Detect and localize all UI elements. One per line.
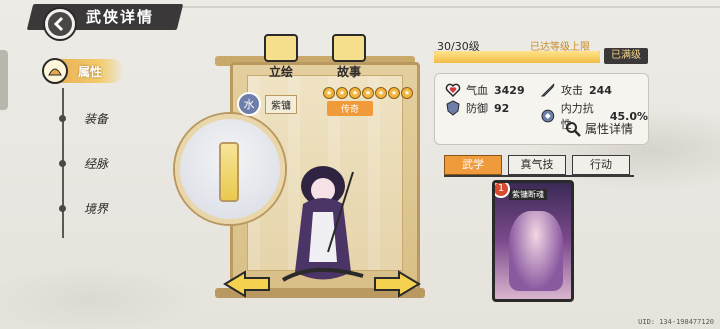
sword-icon bbox=[540, 83, 555, 97]
stat-attack-label: 攻击 bbox=[561, 84, 583, 97]
tab-martial-arts[interactable]: 武学 bbox=[444, 155, 502, 175]
star-icon: ★ bbox=[401, 87, 413, 99]
skill-card-art bbox=[509, 211, 563, 291]
stat-defense-value: 92 bbox=[494, 101, 510, 115]
attribute-detail-label: 属性详情 bbox=[585, 122, 634, 136]
skill-card-title: 紫镛断魂 bbox=[509, 189, 547, 200]
tab-action[interactable]: 行动 bbox=[572, 155, 630, 175]
resist-icon bbox=[541, 109, 555, 123]
level-progress-bar bbox=[434, 51, 600, 63]
level-progress-fill bbox=[434, 51, 600, 63]
scroll-icon bbox=[264, 34, 298, 62]
header: 武侠详情 bbox=[0, 0, 720, 39]
stat-defense-label: 防御 bbox=[466, 102, 488, 115]
stat-attack-value: 244 bbox=[589, 83, 612, 97]
standing-art-label: 立绘 bbox=[268, 65, 293, 79]
character-nameplate: 水 紫镛 bbox=[237, 92, 297, 116]
star-icon: ★ bbox=[336, 87, 348, 99]
back-button[interactable] bbox=[45, 9, 75, 39]
lantern-icon bbox=[219, 142, 239, 202]
stat-hp-value: 3429 bbox=[494, 83, 525, 97]
star-icon: ★ bbox=[388, 87, 400, 99]
nav-item-attributes-label: 属性 bbox=[78, 64, 103, 79]
star-rating: ★ ★ ★ ★ ★ ★ ★ bbox=[323, 87, 413, 99]
skill-tabs: 武学 真气技 行动 bbox=[444, 155, 630, 175]
nav-item-realm-label: 境界 bbox=[84, 202, 109, 216]
character-name: 紫镛 bbox=[265, 94, 297, 114]
tab-qi-skill[interactable]: 真气技 bbox=[508, 155, 566, 175]
nav-item-equipment[interactable]: 装备 bbox=[0, 110, 108, 127]
nav-item-equipment-label: 装备 bbox=[84, 112, 109, 126]
story-label: 故事 bbox=[336, 65, 361, 79]
attribute-detail-button[interactable]: 属性详情 bbox=[565, 120, 633, 137]
star-icon: ★ bbox=[349, 87, 361, 99]
standing-art-button[interactable]: 立绘 bbox=[257, 34, 305, 80]
shield-icon bbox=[446, 100, 460, 116]
page-title: 武侠详情 bbox=[86, 8, 155, 26]
skill-card[interactable]: 紫镛断魂 1 bbox=[492, 180, 574, 302]
magnifier-icon bbox=[566, 121, 581, 137]
element-badge: 水 bbox=[237, 92, 261, 116]
portrait-stage: 立绘 故事 水 紫镛 ★ ★ ★ ★ ★ ★ ★ 传奇 bbox=[175, 34, 445, 302]
side-drawer-tab[interactable] bbox=[0, 50, 8, 110]
skill-card-badge: 1 bbox=[495, 183, 510, 198]
stat-hp: 气血 3429 bbox=[445, 82, 525, 98]
star-icon: ★ bbox=[375, 87, 387, 99]
tab-underline bbox=[444, 175, 634, 177]
nav-item-meridians-label: 经脉 bbox=[84, 157, 109, 171]
uid-text: UID: 134-198477120 bbox=[638, 318, 714, 326]
nav-item-attributes[interactable]: 属性 bbox=[42, 58, 124, 84]
nav-dot bbox=[59, 205, 66, 212]
hat-icon bbox=[42, 58, 68, 84]
character-figure bbox=[281, 166, 364, 282]
nav-dot bbox=[59, 115, 66, 122]
previous-character-arrow[interactable] bbox=[223, 270, 271, 298]
star-icon: ★ bbox=[362, 87, 374, 99]
nav-item-realm[interactable]: 境界 bbox=[0, 200, 108, 217]
stat-attack: 攻击 244 bbox=[540, 82, 612, 98]
nav-item-meridians[interactable]: 经脉 bbox=[0, 155, 108, 172]
story-button[interactable]: 故事 bbox=[325, 34, 373, 80]
stat-defense: 防御 92 bbox=[445, 100, 509, 116]
stat-hp-label: 气血 bbox=[466, 84, 488, 97]
heart-icon bbox=[445, 83, 461, 98]
nav-dot bbox=[59, 160, 66, 167]
next-character-arrow[interactable] bbox=[373, 270, 421, 298]
max-level-button[interactable]: 已满级 bbox=[604, 48, 648, 64]
rarity-badge: 传奇 bbox=[327, 101, 374, 116]
star-icon: ★ bbox=[323, 87, 335, 99]
header-rule bbox=[180, 6, 720, 8]
book-icon bbox=[332, 34, 366, 62]
back-arrow-icon bbox=[53, 16, 64, 32]
